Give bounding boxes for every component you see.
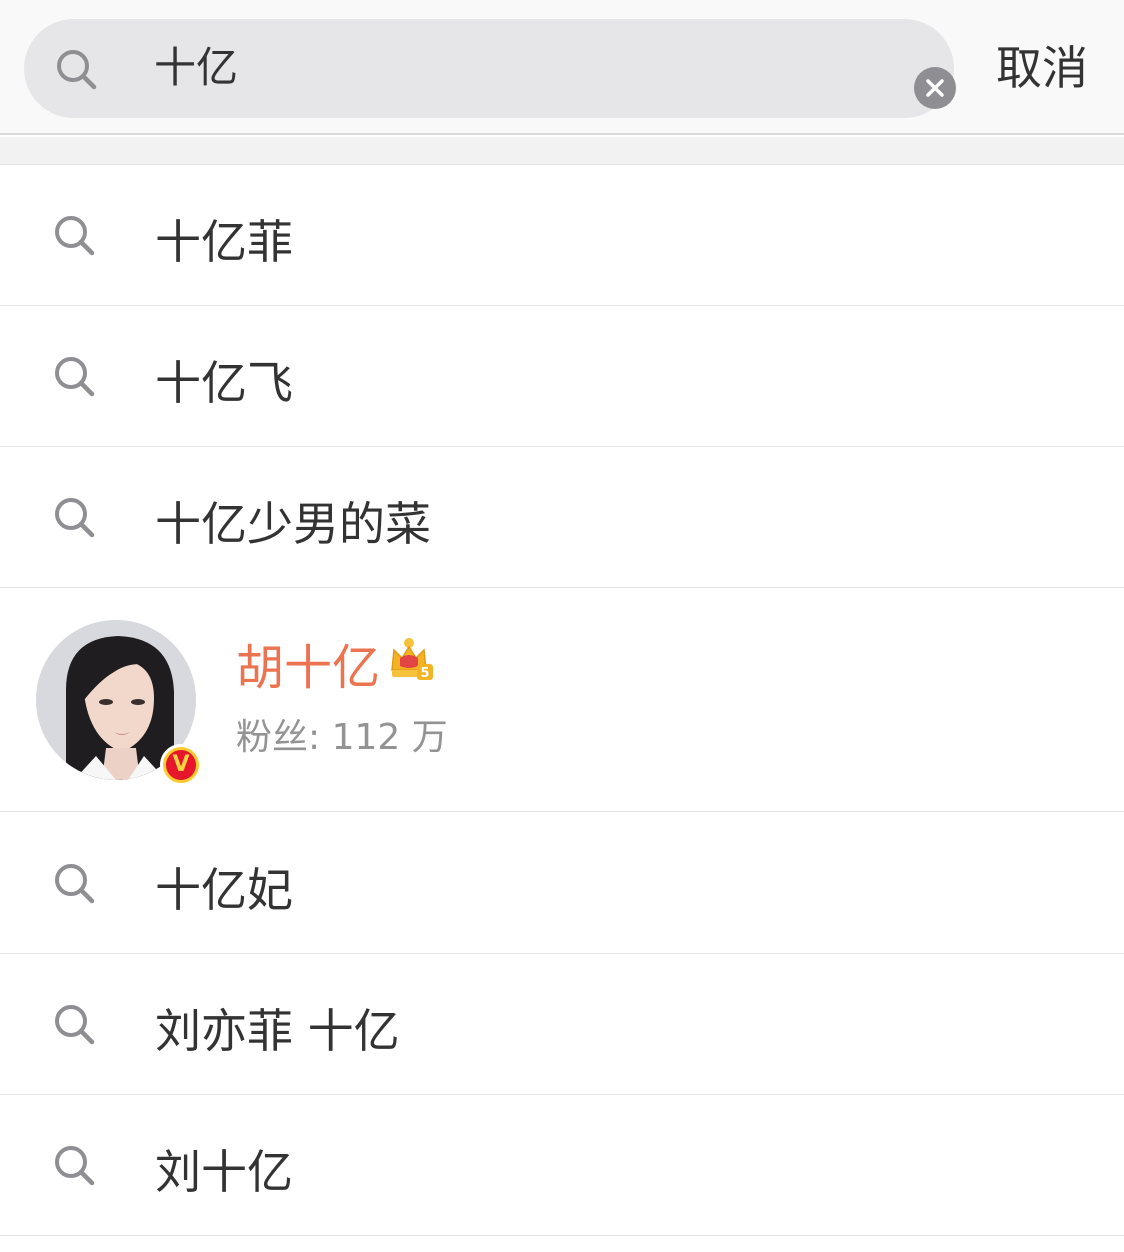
- suggestion-label: 十亿少男的菜: [155, 497, 431, 551]
- verified-badge: V: [160, 744, 202, 786]
- suggestion-label: 十亿妃: [155, 863, 293, 917]
- search-icon: [55, 216, 95, 256]
- suggestion-item[interactable]: 刘十亿: [0, 1095, 1124, 1236]
- suggestion-label: 刘十亿: [155, 1145, 293, 1199]
- suggestion-label: 十亿菲: [155, 215, 293, 269]
- search-icon: [55, 1005, 95, 1045]
- crown-level-icon: 5: [391, 638, 433, 681]
- suggestion-item[interactable]: 十亿飞: [0, 306, 1124, 447]
- clear-button[interactable]: [914, 67, 956, 109]
- suggestion-item[interactable]: 刘亦菲 十亿: [0, 954, 1124, 1095]
- suggestion-item[interactable]: 十亿菲: [0, 166, 1124, 306]
- verified-v-icon: V: [166, 750, 196, 780]
- search-icon: [55, 864, 95, 904]
- search-box[interactable]: [24, 19, 956, 118]
- user-result-item[interactable]: V 胡十亿 5 粉丝: 112 万: [0, 588, 1124, 812]
- suggestion-item[interactable]: 十亿少男的菜: [0, 447, 1124, 588]
- suggestion-label: 刘亦菲 十亿: [155, 1004, 400, 1058]
- section-divider: [0, 137, 1124, 165]
- suggestion-label: 十亿飞: [155, 356, 293, 410]
- search-header: 取消: [0, 0, 1124, 135]
- suggestion-item[interactable]: 十亿妃: [0, 813, 1124, 954]
- search-icon: [55, 357, 95, 397]
- search-input[interactable]: [154, 33, 894, 103]
- search-icon: [57, 50, 97, 90]
- crown-level-label: 5: [420, 666, 429, 681]
- user-name: 胡十亿: [236, 640, 381, 696]
- search-icon: [55, 1146, 95, 1186]
- clear-icon: [926, 79, 944, 97]
- fans-count: 粉丝: 112 万: [236, 717, 448, 758]
- search-icon: [55, 498, 95, 538]
- cancel-button[interactable]: 取消: [996, 36, 1088, 100]
